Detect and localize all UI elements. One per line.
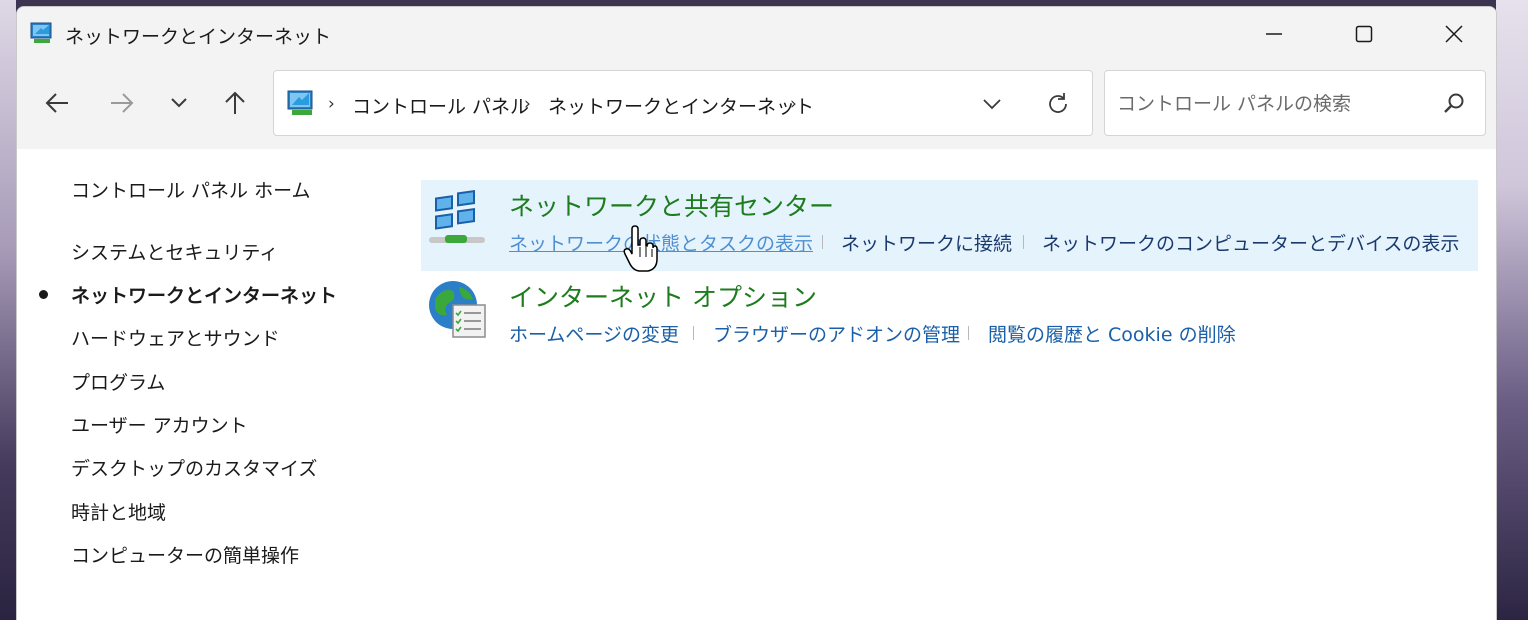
search-input[interactable] [1117,89,1427,119]
arrow-right-icon [111,93,134,113]
up-button[interactable] [215,83,255,123]
link-network-status-tasks[interactable]: ネットワークの状態とタスクの表示 [509,229,813,256]
category-title-network-sharing-center[interactable]: ネットワークと共有センター [509,187,834,223]
minimize-icon [1266,33,1282,35]
arrow-left-icon [45,93,68,113]
active-item-bullet [39,290,48,299]
minimize-button[interactable] [1230,7,1318,61]
link-change-homepage[interactable]: ホームページの変更 [509,320,679,347]
link-divider [1023,235,1024,249]
sidebar-item-hardware-sound[interactable]: ハードウェアとサウンド [71,324,280,351]
back-button[interactable] [37,83,77,123]
refresh-icon[interactable] [1044,90,1072,118]
arrow-up-icon [225,91,245,114]
link-connect-to-network[interactable]: ネットワークに接続 [841,229,1012,256]
close-icon [1445,25,1463,43]
search-icon[interactable] [1441,91,1467,117]
sidebar-item-system-security[interactable]: システムとセキュリティ [71,238,278,265]
forward-button[interactable] [102,83,142,123]
breadcrumb-separator[interactable]: › [328,94,335,114]
sidebar-item-ease-of-access[interactable]: コンピューターの簡単操作 [71,541,299,568]
desktop-background-left [0,0,16,620]
hand-pointer-cursor-icon [623,225,658,272]
control-panel-window: ネットワークとインターネット › コントロール パネル › ネットワークとインタ… [16,6,1497,620]
control-panel-icon [30,22,52,43]
sidebar-control-panel-home[interactable]: コントロール パネル ホーム [71,176,311,203]
breadcrumb-network-internet[interactable]: ネットワークとインターネット [548,92,814,119]
maximize-button[interactable] [1320,7,1408,61]
address-bar[interactable]: › コントロール パネル › ネットワークとインターネット › [273,70,1093,136]
link-view-network-computers-devices[interactable]: ネットワークのコンピューターとデバイスの表示 [1042,229,1459,256]
sidebar-item-network-internet[interactable]: ネットワークとインターネット [71,281,337,308]
category-title-internet-options[interactable]: インターネット オプション [509,278,817,314]
navigation-bar: › コントロール パネル › ネットワークとインターネット › [17,61,1496,149]
breadcrumb-control-panel[interactable]: コントロール パネル [352,92,529,119]
link-divider [822,235,823,249]
link-delete-browsing-history-cookies[interactable]: 閲覧の履歴と Cookie の削除 [988,320,1236,347]
control-panel-icon [287,90,313,115]
network-sharing-center-icon[interactable] [425,187,489,251]
close-button[interactable] [1410,7,1496,61]
internet-options-icon[interactable] [425,277,489,341]
sidebar-item-programs[interactable]: プログラム [71,368,165,395]
window-title: ネットワークとインターネット [65,26,332,48]
sidebar-item-clock-region[interactable]: 時計と地域 [71,498,166,525]
chevron-down-icon [171,98,187,108]
maximize-icon [1355,25,1373,43]
sidebar-item-user-accounts[interactable]: ユーザー アカウント [71,411,248,438]
sidebar-item-personalization[interactable]: デスクトップのカスタマイズ [71,454,317,481]
link-divider [693,326,694,340]
breadcrumb-separator[interactable]: › [790,94,797,114]
desktop-background-right [1496,0,1528,620]
title-bar[interactable]: ネットワークとインターネット [17,7,1496,61]
search-box[interactable] [1104,70,1486,136]
chevron-down-icon[interactable] [979,91,1005,117]
link-manage-browser-addons[interactable]: ブラウザーのアドオンの管理 [713,320,960,347]
recent-locations-button[interactable] [159,83,199,123]
breadcrumb-separator[interactable]: › [524,94,531,114]
link-divider [968,326,969,340]
